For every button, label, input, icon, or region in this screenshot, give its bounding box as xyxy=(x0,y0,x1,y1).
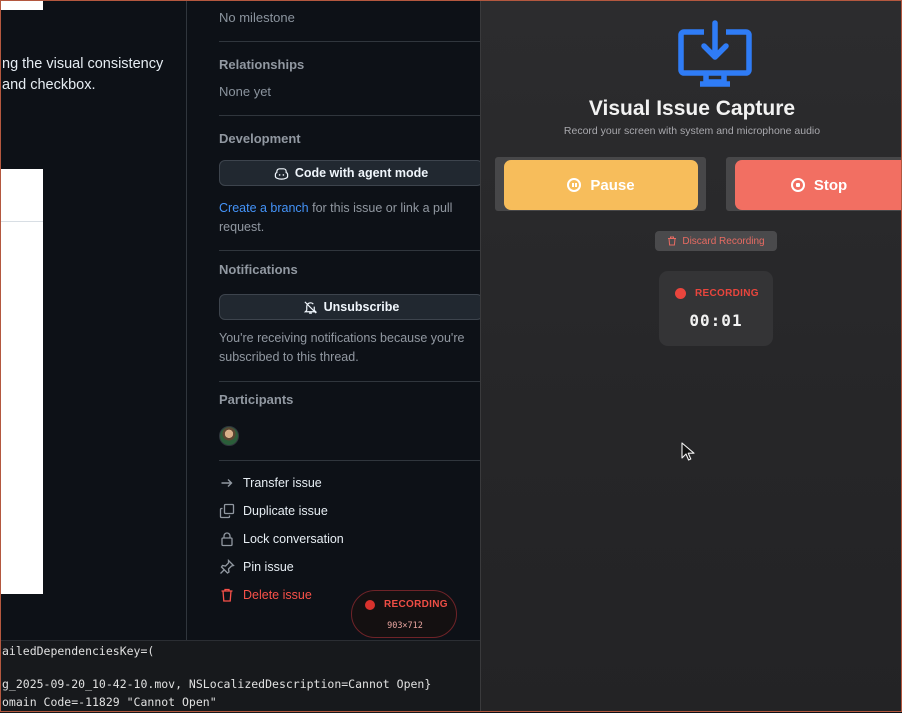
copy-icon xyxy=(219,503,235,519)
pin-issue-action[interactable]: Pin issue xyxy=(219,559,294,575)
create-branch-link[interactable]: Create a branch xyxy=(219,201,309,215)
bell-slash-icon xyxy=(303,300,317,314)
sidebar-divider xyxy=(219,381,480,382)
elapsed-timer: 00:01 xyxy=(689,311,743,330)
issue-description-line-1: ng the visual consistency xyxy=(2,56,164,72)
terminal-line: g_2025-09-20_10-42-10.mov, NSLocalizedDe… xyxy=(2,677,432,691)
terminal-output: ailedDependenciesKey=( g_2025-09-20_10-4… xyxy=(0,640,480,713)
unsubscribe-label: Unsubscribe xyxy=(323,300,400,314)
development-note-text: for this issue or link a pull xyxy=(308,201,453,215)
transfer-issue-action[interactable]: Transfer issue xyxy=(219,475,322,491)
sidebar-divider xyxy=(219,115,480,116)
issue-description-line-2: and checkbox. xyxy=(2,77,96,93)
participant-avatar[interactable] xyxy=(219,426,239,446)
pause-button[interactable]: Pause xyxy=(504,160,698,210)
recording-dot-icon xyxy=(675,288,686,299)
recording-indicator-pill[interactable]: RECORDING 903×712 xyxy=(351,590,457,638)
lock-conversation-label: Lock conversation xyxy=(243,532,344,546)
relationships-value: None yet xyxy=(219,84,272,99)
trash-icon xyxy=(221,588,233,602)
lock-icon xyxy=(221,532,233,547)
notifications-heading: Notifications xyxy=(219,262,298,277)
embed-divider xyxy=(0,221,43,222)
notification-note-line-1: You're receiving notifications because y… xyxy=(219,331,465,345)
code-with-agent-label: Code with agent mode xyxy=(294,166,429,180)
lock-conversation-action[interactable]: Lock conversation xyxy=(219,531,344,547)
copilot-icon xyxy=(274,167,289,180)
duplicate-issue-action[interactable]: Duplicate issue xyxy=(219,503,328,519)
pin-issue-label: Pin issue xyxy=(243,560,294,574)
delete-issue-action[interactable]: Delete issue xyxy=(219,587,312,603)
issue-screenshot-embed xyxy=(0,169,43,594)
capture-subtitle: Record your screen with system and micro… xyxy=(563,125,821,137)
trash-icon xyxy=(668,236,677,246)
column-divider xyxy=(186,0,187,640)
code-with-agent-button[interactable]: Code with agent mode xyxy=(219,160,483,186)
pin-icon xyxy=(220,559,235,574)
duplicate-issue-label: Duplicate issue xyxy=(243,504,328,518)
arrow-right-icon xyxy=(221,479,233,487)
discard-label: Discard Recording xyxy=(682,235,765,247)
stop-icon xyxy=(790,178,805,192)
development-heading[interactable]: Development xyxy=(219,131,301,146)
issue-body-top-edge xyxy=(0,0,43,10)
development-note-line-2: request. xyxy=(219,220,265,234)
discard-recording-button[interactable]: Discard Recording xyxy=(655,231,777,251)
relationships-heading[interactable]: Relationships xyxy=(219,57,304,72)
screen-download-icon xyxy=(678,20,752,87)
transfer-issue-label: Transfer issue xyxy=(243,476,322,490)
recording-dot-icon xyxy=(365,600,375,610)
screen: ng the visual consistency and checkbox. … xyxy=(0,0,902,713)
capture-title: Visual Issue Capture xyxy=(588,97,796,120)
sidebar-divider xyxy=(219,41,480,42)
milestone-value[interactable]: No milestone xyxy=(219,10,295,25)
terminal-line: ailedDependenciesKey=( xyxy=(2,644,155,658)
development-note: Create a branch for this issue or link a… xyxy=(219,199,452,218)
sidebar-divider xyxy=(219,250,480,251)
notification-note-line-2: subscribed to this thread. xyxy=(219,350,359,364)
pause-icon xyxy=(567,178,582,192)
capture-panel: Visual Issue Capture Record your screen … xyxy=(480,0,902,712)
participants-heading: Participants xyxy=(219,392,294,407)
recording-dimensions: 903×712 xyxy=(387,621,423,631)
stop-label: Stop xyxy=(813,176,848,194)
stop-button[interactable]: Stop xyxy=(735,160,902,210)
sidebar-divider xyxy=(219,460,480,461)
pause-label: Pause xyxy=(590,176,635,194)
recording-pill-label: RECORDING xyxy=(384,599,448,610)
unsubscribe-button[interactable]: Unsubscribe xyxy=(219,294,483,320)
recording-status-card: RECORDING 00:01 xyxy=(659,271,773,346)
recording-status-label: RECORDING xyxy=(695,288,759,299)
terminal-line: omain Code=-11829 "Cannot Open" xyxy=(2,695,217,709)
delete-issue-label: Delete issue xyxy=(243,588,312,602)
mouse-pointer-icon xyxy=(681,442,695,461)
